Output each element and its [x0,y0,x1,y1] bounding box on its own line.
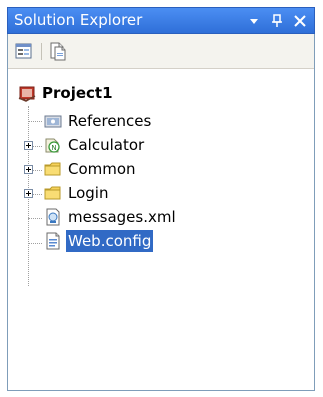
toolbar [8,34,314,69]
expand-toggle[interactable] [24,165,33,174]
properties-icon [15,43,32,59]
properties-button[interactable] [14,41,36,61]
svg-text:N: N [51,144,56,152]
solution-explorer-panel: Solution Explorer Project1 References N … [0,0,323,397]
tree-item-label: Project1 [42,84,113,102]
toolbar-separator [41,43,42,60]
folder-icon [44,162,61,176]
namespace-icon: N [45,138,60,153]
show-all-files-icon [50,42,66,61]
project-icon [18,86,36,102]
expand-toggle[interactable] [24,141,33,150]
tree-connector [33,146,42,147]
tree-connector [28,121,42,122]
xml-file-icon [46,208,60,226]
tree-item-label: Login [68,184,109,202]
panel-body: Project1 References N Calculator Common … [7,34,315,391]
tree-item-label: messages.xml [68,208,176,226]
tree-item-label: Calculator [68,136,145,154]
tree-connector [28,218,42,219]
solution-tree: Project1 References N Calculator Common … [8,69,314,389]
window-position-dropdown-button[interactable] [244,8,264,33]
title-bar[interactable]: Solution Explorer [7,7,315,34]
close-button[interactable] [290,8,310,33]
tree-connector [33,194,42,195]
close-icon [294,15,306,27]
pin-icon [272,14,282,27]
panel-title: Solution Explorer [14,11,143,29]
chevron-down-icon [250,19,258,24]
tree-connector [33,170,42,171]
tree-item-label: Web.config [66,230,154,252]
show-all-files-button[interactable] [48,41,70,61]
tree-connector [28,243,42,244]
expand-toggle[interactable] [24,189,33,198]
tree-item-label: References [68,112,152,130]
references-icon [44,115,62,128]
folder-icon [44,186,61,200]
auto-hide-pin-button[interactable] [267,8,287,33]
config-file-icon [46,232,60,250]
tree-item-label: Common [68,160,136,178]
